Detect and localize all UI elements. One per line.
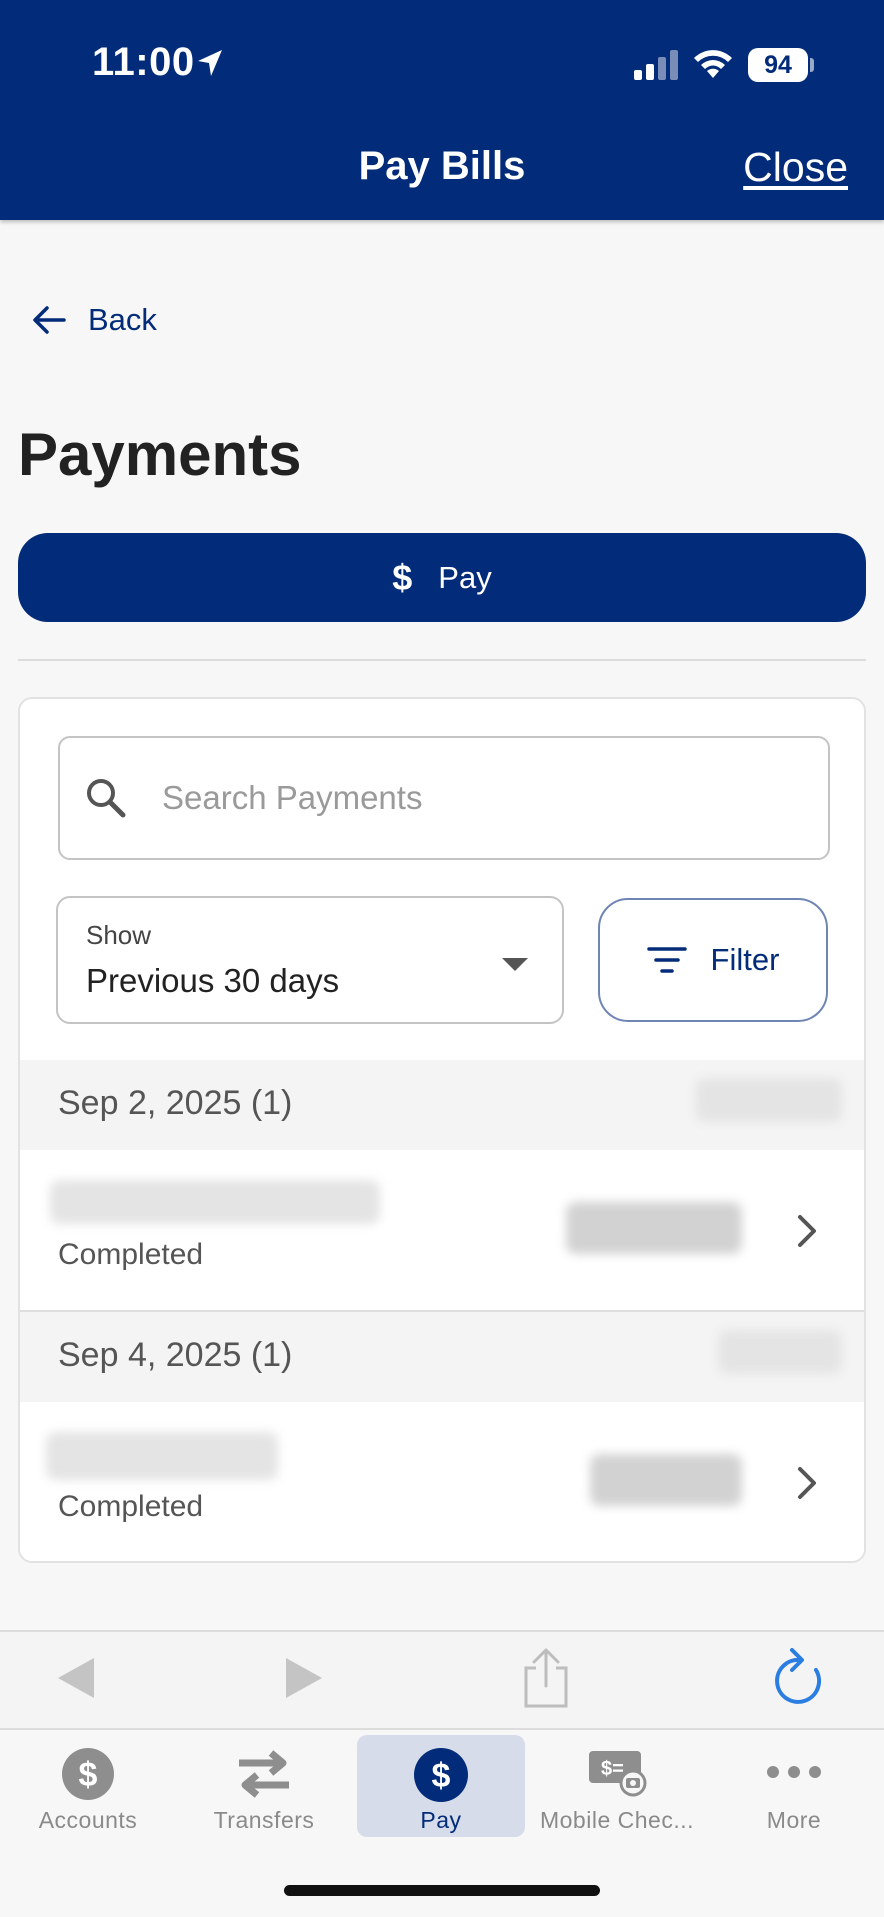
- redacted-amount: [566, 1202, 742, 1254]
- check-camera-icon: $=: [589, 1751, 647, 1797]
- svg-text:$=: $=: [601, 1758, 624, 1780]
- redacted-total: [696, 1078, 842, 1122]
- tab-more[interactable]: More: [710, 1735, 878, 1837]
- show-selected-value: Previous 30 days: [86, 962, 340, 999]
- date-group-label: Sep 2, 2025 (1): [58, 1084, 293, 1122]
- tab-accounts[interactable]: $ Accounts: [4, 1735, 172, 1837]
- pay-button-label: Pay: [438, 559, 492, 595]
- tab-label: Accounts: [38, 1807, 138, 1833]
- chevron-right-icon: [798, 1467, 816, 1499]
- status-time: 11:00: [92, 40, 195, 84]
- filter-button[interactable]: Filter: [598, 898, 828, 1022]
- section-divider: [18, 659, 866, 661]
- tab-label: Transfers: [213, 1807, 315, 1833]
- back-label: Back: [88, 302, 157, 337]
- tab-label: Mobile Chec...: [539, 1807, 694, 1833]
- payments-card: Show Previous 30 days Filter Sep 2, 2025…: [18, 697, 866, 1563]
- close-button[interactable]: Close: [743, 144, 848, 191]
- search-field[interactable]: [58, 736, 830, 860]
- tab-label: More: [766, 1807, 822, 1833]
- chevron-right-icon: [798, 1215, 816, 1247]
- dollar-icon: $: [392, 556, 413, 598]
- payment-row[interactable]: Completed: [20, 1150, 864, 1310]
- show-label: Show: [86, 920, 152, 950]
- date-group-label: Sep 4, 2025 (1): [58, 1336, 293, 1374]
- battery-indicator: 94: [748, 48, 808, 82]
- redacted-total: [718, 1330, 842, 1374]
- show-period-select[interactable]: Show Previous 30 days: [56, 896, 564, 1024]
- back-button[interactable]: Back: [32, 298, 157, 342]
- search-icon: [87, 779, 126, 818]
- dollar-circle-icon: $: [414, 1748, 468, 1802]
- more-dots-icon: [767, 1766, 821, 1778]
- location-arrow-icon: [198, 50, 222, 76]
- tab-transfers[interactable]: Transfers: [180, 1735, 348, 1837]
- redacted-payee: [50, 1180, 380, 1224]
- date-group-header: Sep 2, 2025 (1): [20, 1060, 864, 1150]
- share-icon[interactable]: [520, 1646, 572, 1710]
- back-arrow-icon: [33, 306, 66, 334]
- transfer-arrows-icon: [239, 1750, 289, 1798]
- page-title: Payments: [18, 421, 302, 488]
- wifi-icon: [694, 50, 732, 78]
- tab-label: Pay: [420, 1807, 462, 1833]
- dollar-circle-icon: $: [62, 1748, 114, 1800]
- cellular-signal-icon: [634, 50, 678, 80]
- browser-back-icon[interactable]: [56, 1654, 96, 1702]
- tab-pay[interactable]: $ Pay: [357, 1735, 525, 1837]
- payment-status: Completed: [58, 1490, 204, 1523]
- payment-row[interactable]: Completed: [20, 1402, 864, 1561]
- svg-text:$: $: [432, 1757, 451, 1795]
- date-group-header: Sep 4, 2025 (1): [20, 1312, 864, 1402]
- battery-tip: [810, 58, 814, 72]
- home-indicator: [284, 1885, 600, 1896]
- redacted-amount: [590, 1454, 742, 1506]
- tab-mobile-check[interactable]: $= Mobile Chec...: [533, 1735, 701, 1837]
- redacted-payee: [46, 1432, 278, 1480]
- top-header: 11:00 94 Pay Bills Close: [0, 0, 884, 220]
- refresh-icon[interactable]: [772, 1646, 826, 1708]
- svg-text:$: $: [79, 1756, 98, 1794]
- search-input[interactable]: [162, 779, 762, 817]
- pay-button[interactable]: $ Pay: [18, 533, 866, 622]
- browser-forward-icon[interactable]: [284, 1654, 324, 1702]
- browser-toolbar: [0, 1630, 884, 1730]
- filter-lines-icon: [646, 947, 687, 973]
- payment-status: Completed: [58, 1238, 204, 1271]
- filter-label: Filter: [710, 942, 780, 977]
- dropdown-caret-icon: [502, 958, 528, 971]
